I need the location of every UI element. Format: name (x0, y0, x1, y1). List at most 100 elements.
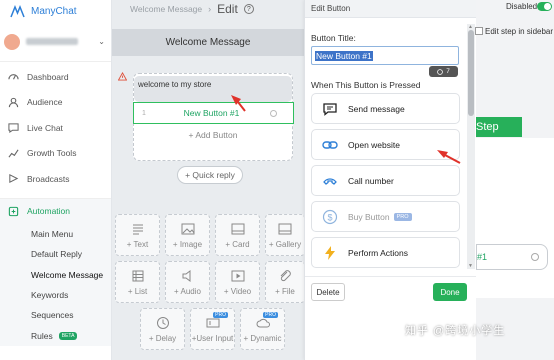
tile-list[interactable]: + List (115, 261, 160, 303)
pro-badge: PRO (213, 312, 228, 318)
tile-card[interactable]: + Card (215, 214, 260, 256)
step-node-button[interactable]: #1 (476, 244, 548, 270)
tile-text[interactable]: + Text (115, 214, 160, 256)
option-open-website[interactable]: Open website (311, 129, 460, 160)
chat-icon (8, 123, 19, 134)
breadcrumb-separator: › (208, 4, 212, 14)
editor-canvas: Welcome Message welcome to my store 1 Ne… (112, 18, 305, 360)
sub-label: Rules (31, 330, 53, 341)
nav-item-dashboard[interactable]: Dashboard (0, 64, 111, 90)
option-label: Send message (348, 103, 405, 114)
tile-label: + List (127, 286, 148, 296)
warning-icon (118, 72, 127, 81)
panel-footer: Delete Done (305, 276, 477, 307)
page-title: Edit (217, 2, 238, 16)
button-title-input[interactable]: New Button #1 (311, 46, 459, 65)
tile-dynamic[interactable]: PRO + Dynamic (240, 308, 285, 350)
message-text[interactable]: welcome to my store (134, 76, 292, 102)
section-label: When This Button is Pressed (311, 80, 421, 90)
sub-item-welcome-message[interactable]: Welcome Message (0, 265, 111, 285)
app-name: ManyChat (31, 5, 77, 17)
scroll-thumb[interactable] (468, 30, 474, 116)
manychat-logo-icon (10, 4, 25, 17)
tile-label: +User Input (191, 333, 234, 343)
tile-image[interactable]: + Image (165, 214, 210, 256)
char-counter: 7 (429, 66, 458, 77)
nav-label: Broadcasts (27, 173, 70, 184)
done-button[interactable]: Done (433, 283, 467, 301)
card-icon (231, 223, 244, 234)
tile-audio[interactable]: + Audio (165, 261, 210, 303)
gallery-icon (278, 223, 292, 234)
add-button[interactable]: + Add Button (133, 124, 293, 145)
option-send-message[interactable]: Send message (311, 93, 460, 124)
option-label: Open website (348, 139, 400, 150)
step-node (476, 138, 554, 298)
sub-item-main-menu[interactable]: Main Menu (0, 224, 111, 244)
phone-icon (323, 177, 337, 185)
enable-toggle[interactable] (537, 2, 552, 11)
option-label: Buy Button (348, 211, 390, 222)
dashboard-icon (8, 74, 19, 80)
tile-video[interactable]: + Video (215, 261, 260, 303)
tile-user-input[interactable]: PRO +User Input (190, 308, 235, 350)
sidebar: ManyChat ⌄ Dashboard Audience Live Chat … (0, 0, 112, 360)
sub-item-keywords[interactable]: Keywords (0, 285, 111, 305)
pro-badge: PRO (263, 312, 278, 318)
tile-label: + Audio (174, 286, 201, 296)
edit-step-label: Edit step in sidebar (485, 27, 554, 36)
nav-item-live-chat[interactable]: Live Chat (0, 115, 111, 141)
pro-badge: PRO (393, 212, 412, 221)
message-icon (323, 102, 337, 116)
option-label: Perform Actions (348, 247, 408, 258)
field-label: Button Title: (311, 33, 356, 43)
video-icon (231, 270, 244, 281)
logo[interactable]: ManyChat (0, 0, 111, 22)
tile-file[interactable]: + File (265, 261, 305, 303)
text-icon (132, 224, 143, 234)
option-call-number[interactable]: Call number (311, 165, 460, 196)
nav-item-broadcasts[interactable]: Broadcasts (0, 166, 111, 192)
tile-delay[interactable]: + Delay (140, 308, 185, 350)
account-name-blurred (26, 38, 78, 45)
scroll-down-icon[interactable]: ▼ (468, 263, 473, 269)
growth-icon (8, 149, 19, 158)
lightning-icon (325, 245, 335, 260)
sub-label: Main Menu (31, 229, 74, 240)
tile-label: + Gallery (268, 239, 302, 249)
panel-scrollbar[interactable]: ▲ ▼ (467, 24, 475, 269)
emoji-icon (437, 68, 443, 75)
nav-item-audience[interactable]: Audience (0, 90, 111, 116)
tile-label: + Delay (148, 333, 177, 343)
nav-label: Dashboard (27, 71, 69, 82)
sub-item-rules[interactable]: Rules BETA (0, 325, 111, 345)
status-label: Disabled (506, 2, 538, 11)
nav-label: Automation (27, 206, 70, 217)
list-icon (132, 270, 143, 281)
quick-reply-button[interactable]: + Quick reply (177, 166, 243, 184)
nav-item-growth-tools[interactable]: Growth Tools (0, 141, 111, 167)
option-buy-button[interactable]: $ Buy Button PRO (311, 201, 460, 232)
option-perform-actions[interactable]: Perform Actions (311, 237, 460, 268)
step-tab[interactable]: Step (476, 117, 522, 137)
tile-gallery[interactable]: + Gallery (265, 214, 305, 256)
link-icon (322, 140, 338, 149)
help-icon[interactable]: ? (243, 4, 254, 14)
sub-item-default-reply[interactable]: Default Reply (0, 244, 111, 264)
sub-label: Default Reply (31, 249, 83, 260)
audio-icon (182, 269, 190, 282)
delete-button[interactable]: Delete (311, 283, 345, 301)
sub-label: Welcome Message (31, 269, 104, 280)
tile-label: + Video (223, 286, 252, 296)
step-tab-label: Step (476, 121, 499, 133)
breadcrumb: Welcome Message › Edit ? (112, 0, 304, 18)
sub-label: Keywords (31, 290, 69, 301)
panel-title: Edit Button (305, 0, 476, 18)
sub-item-sequences[interactable]: Sequences (0, 305, 111, 325)
account-switcher[interactable]: ⌄ (0, 22, 111, 62)
nav-item-automation[interactable]: Automation (0, 199, 111, 225)
edit-step-checkbox[interactable] (475, 27, 483, 35)
message-button[interactable]: 1 New Button #1 (133, 102, 294, 124)
breadcrumb-welcome[interactable]: Welcome Message (130, 4, 202, 14)
step-button-label: #1 (477, 252, 488, 262)
